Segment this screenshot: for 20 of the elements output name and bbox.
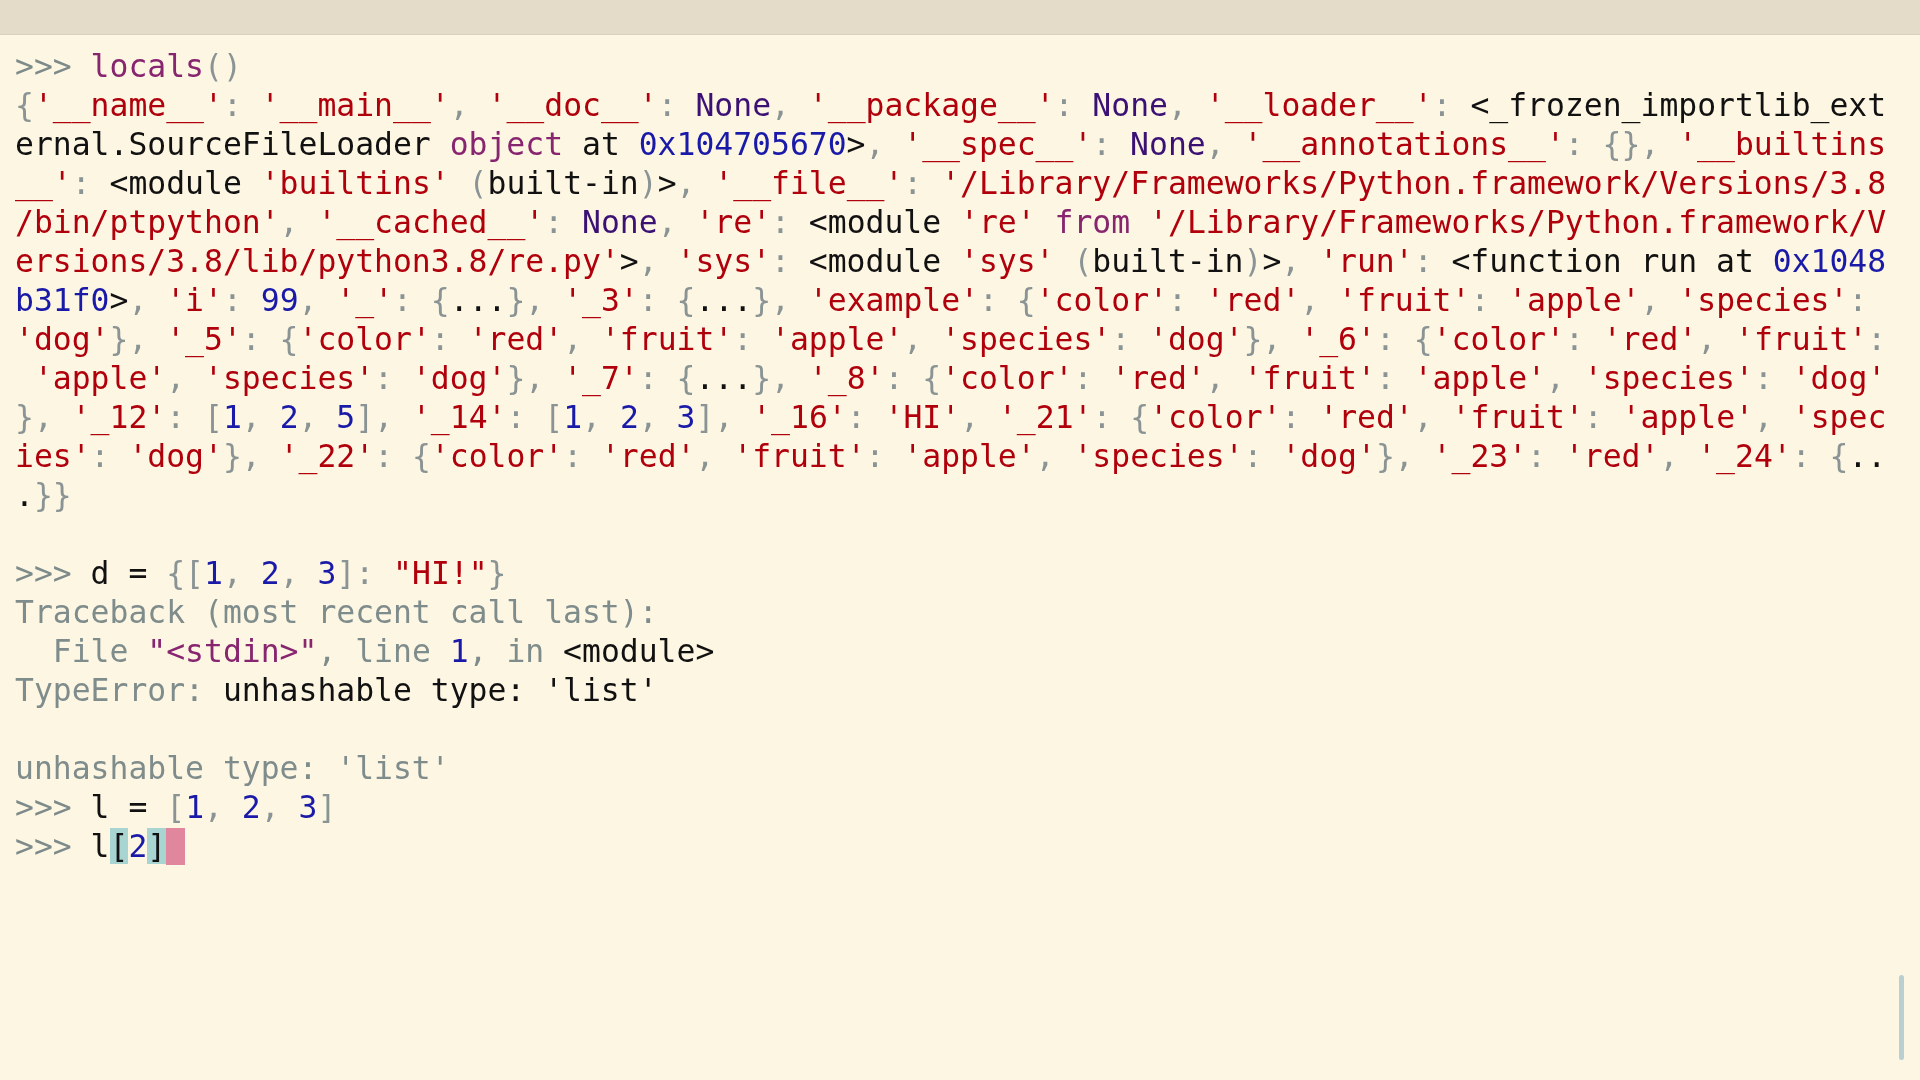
- code-line: 'apple', 'species': 'dog'}, '_7': {...}, '_8': {'color': 'red', 'fruit': 'apple', 'species': 'dog': [32, 359, 1887, 398]
- code-line: ies': 'dog'}, '_22': {'color': 'red', 'fruit': 'apple', 'species': 'dog'}, '_23': 'red', '_24': {..: [15, 437, 1887, 476]
- code-line: __': <module 'builtins' (built-in)>, '__file__': '/Library/Frameworks/Python.framework/Versions/3.8: [15, 164, 1887, 203]
- code-line: >>> locals(): [15, 47, 242, 86]
- code-line: {'__name__': '__main__', '__doc__': None, '__package__': None, '__loader__': <_frozen_importlib_ext: [15, 86, 1887, 125]
- code-line: ersions/3.8/lib/python3.8/re.py'>, 'sys': <module 'sys' (built-in)>, 'run': <function run at 0x1048: [15, 242, 1887, 281]
- code-line: >>> d = {[1, 2, 3]: "HI!"}: [15, 554, 507, 593]
- code-line: ernal.SourceFileLoader object at 0x104705670>, '__spec__': None, '__annotations__': {}, '__builtins: [15, 125, 1887, 164]
- code-line: >>> l[2]: [15, 827, 167, 866]
- code-line: }, '_12': [1, 2, 5], '_14': [1, 2, 3], '_16': 'HI', '_21': {'color': 'red', 'fruit': 'apple', 'spec: [15, 398, 1887, 437]
- code-line: b31f0>, 'i': 99, '_': {...}, '_3': {...}, 'example': {'color': 'red', 'fruit': 'apple', 'species':: [15, 281, 1868, 320]
- code-line: /bin/ptpython', '__cached__': None, 're': <module 're' from '/Library/Frameworks/Python.framework/V: [15, 203, 1887, 242]
- code-line: File "<stdin>", line 1, in <module>: [51, 632, 715, 671]
- code-line: unhashable type: 'list': [15, 749, 450, 788]
- code-line: Traceback (most recent call last):: [15, 593, 658, 632]
- code-line: .}}: [15, 476, 72, 515]
- code-line: TypeError: unhashable type: 'list': [15, 671, 658, 710]
- scrollbar-thumb[interactable]: [1899, 975, 1904, 1060]
- code-line: 'dog'}, '_5': {'color': 'red', 'fruit': 'apple', 'species': 'dog'}, '_6': {'color': 'red', 'fruit':: [15, 320, 1887, 359]
- code-line: >>> l = [1, 2, 3]: [15, 788, 337, 827]
